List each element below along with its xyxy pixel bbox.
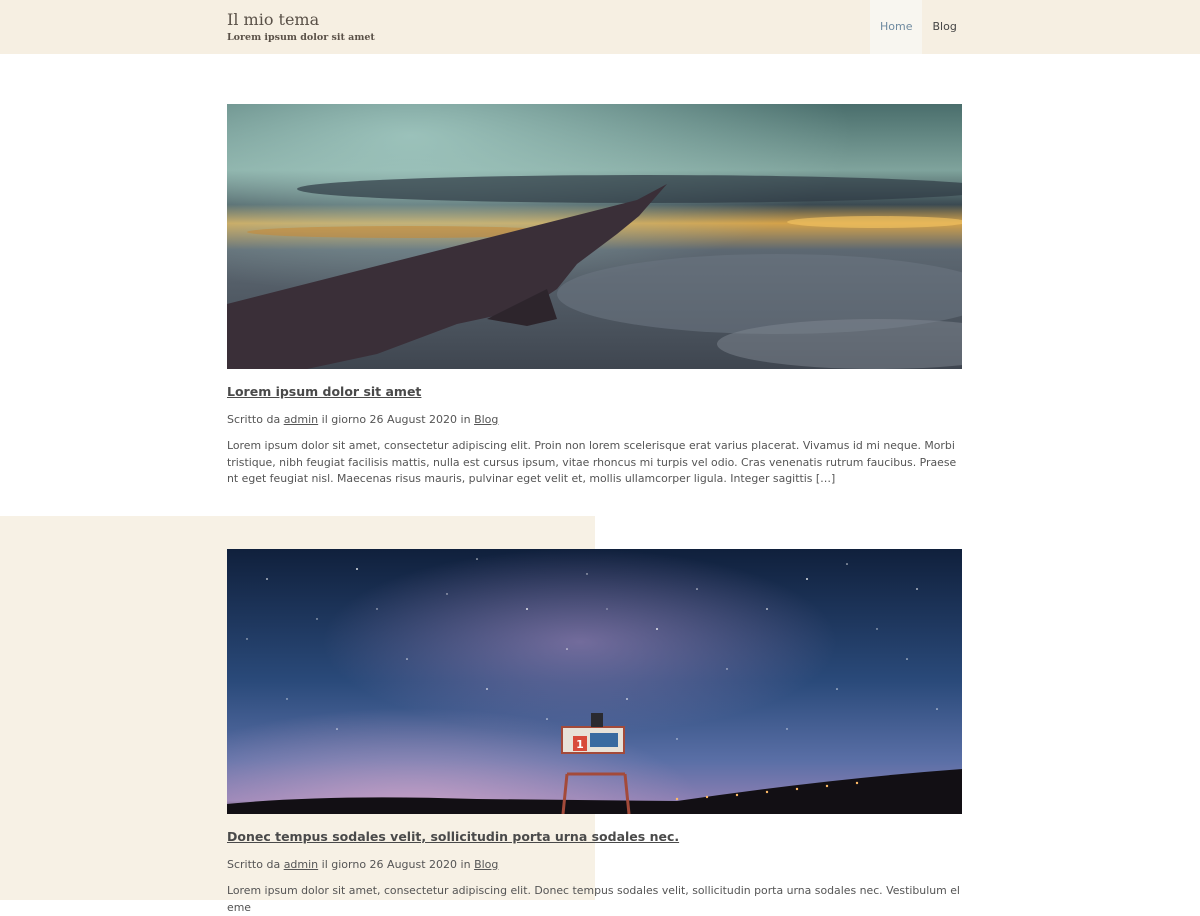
post-category-link[interactable]: Blog [474,858,498,871]
post-date: il giorno 26 August 2020 in [321,413,471,426]
site-title[interactable]: Il mio tema [227,10,375,30]
post-featured-image[interactable] [227,104,962,369]
site-header: Il mio tema Lorem ipsum dolor sit amet H… [0,0,1200,54]
post-author-link[interactable]: admin [284,413,318,426]
post-date: il giorno 26 August 2020 in [321,858,471,871]
post-title-link[interactable]: Lorem ipsum dolor sit amet [227,383,962,401]
post-meta: Scritto da admin il giorno 26 August 202… [227,857,962,873]
post-category-link[interactable]: Blog [474,413,498,426]
nav-item-home[interactable]: Home [870,0,923,54]
blog-post: Lorem ipsum dolor sit amet Scritto da ad… [227,104,962,488]
post-featured-image[interactable]: 1 [227,549,962,814]
nav-item-blog[interactable]: Blog [922,0,966,54]
post-meta-prefix: Scritto da [227,858,281,871]
post-author-link[interactable]: admin [284,858,318,871]
post-excerpt: Lorem ipsum dolor sit amet, consectetur … [227,439,957,485]
post-title-link[interactable]: Donec tempus sodales velit, sollicitudin… [227,828,962,846]
site-branding: Il mio tema Lorem ipsum dolor sit amet [227,10,375,43]
main-nav: Home Blog [870,0,967,54]
post-meta: Scritto da admin il giorno 26 August 202… [227,412,962,428]
blog-post: 1 Donec tempus sodales velit, sollicitud… [227,549,962,916]
svg-text:1: 1 [576,738,584,751]
post-meta-prefix: Scritto da [227,413,281,426]
site-tagline: Lorem ipsum dolor sit amet [227,32,375,43]
